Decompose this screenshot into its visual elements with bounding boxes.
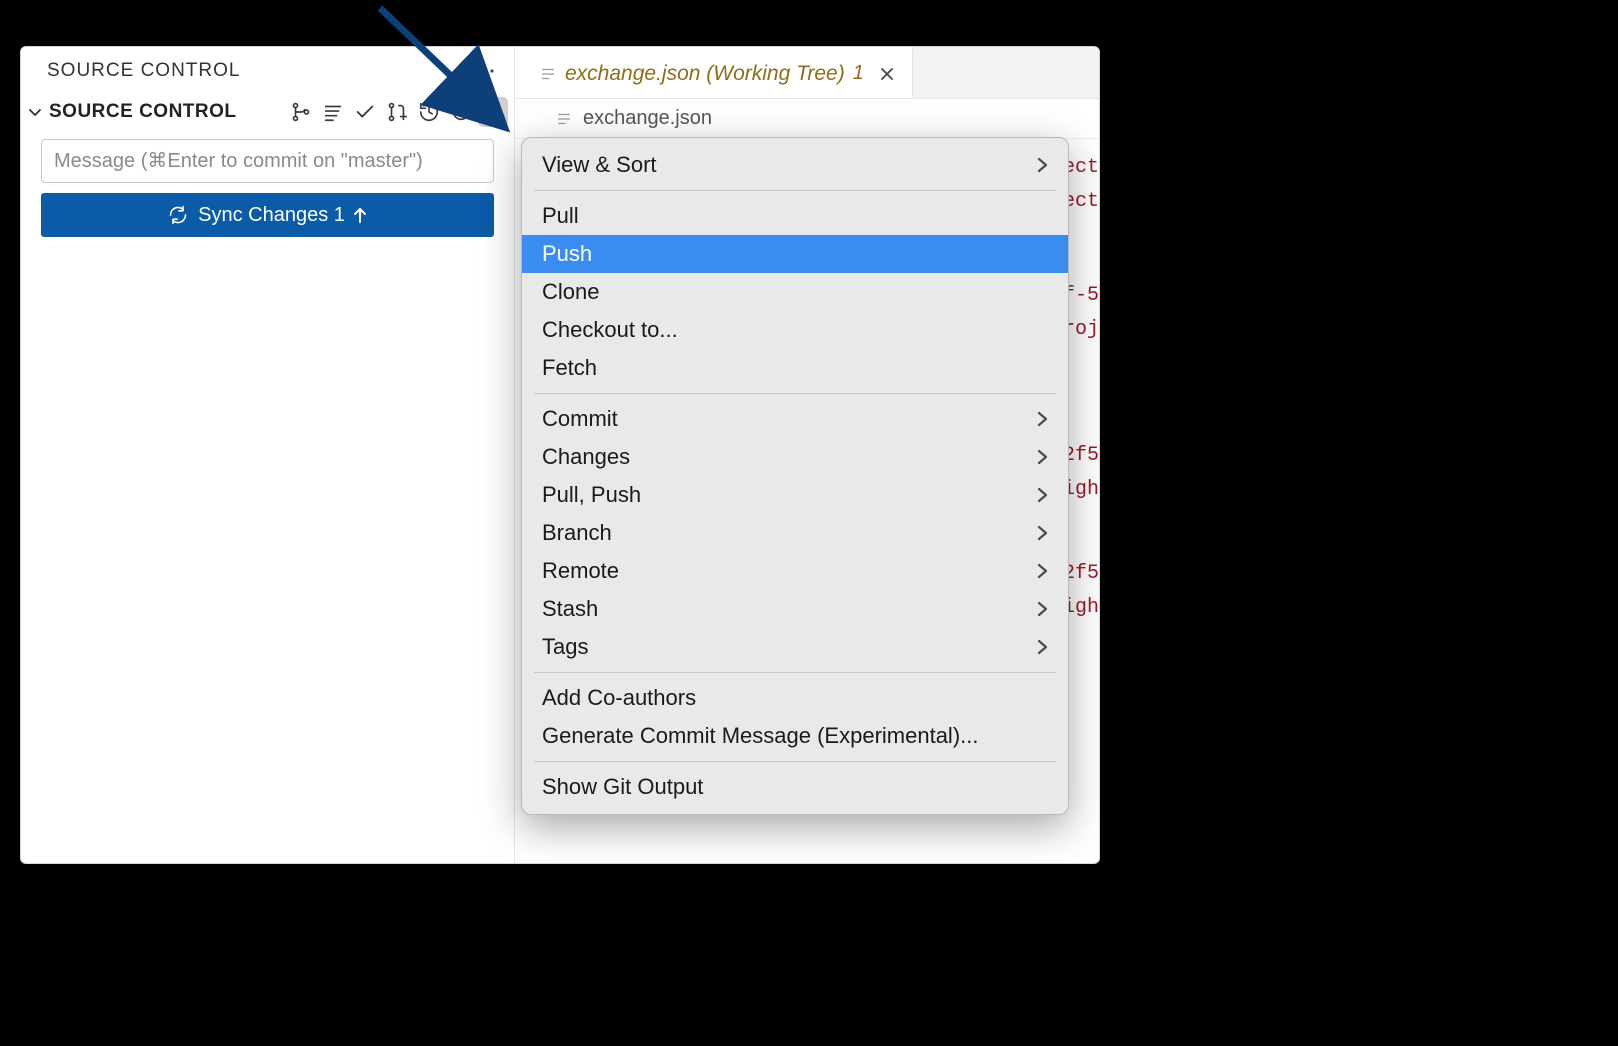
- sidebar-title: SOURCE CONTROL: [47, 60, 240, 82]
- view-graph-button[interactable]: [286, 97, 316, 127]
- git-graph-icon: [290, 101, 312, 123]
- source-control-sidebar: SOURCE CONTROL SOURCE CONTROL: [21, 47, 515, 863]
- menu-item-stash[interactable]: Stash: [522, 590, 1068, 628]
- app-window: SOURCE CONTROL SOURCE CONTROL: [20, 46, 1100, 864]
- breadcrumb[interactable]: exchange.json: [515, 99, 1099, 139]
- menu-item-label: Changes: [542, 444, 630, 470]
- menu-item-generate-commit-message[interactable]: Generate Commit Message (Experimental)..…: [522, 717, 1068, 755]
- menu-item-changes[interactable]: Changes: [522, 438, 1068, 476]
- chevron-down-icon: [25, 102, 45, 122]
- menu-item-view-and-sort[interactable]: View & Sort: [522, 146, 1068, 184]
- menu-item-label: Show Git Output: [542, 774, 703, 800]
- menu-item-remote[interactable]: Remote: [522, 552, 1068, 590]
- menu-item-pull[interactable]: Pull: [522, 197, 1068, 235]
- menu-item-fetch[interactable]: Fetch: [522, 349, 1068, 387]
- tab-close-button[interactable]: [876, 63, 898, 85]
- menu-item-label: Pull: [542, 203, 579, 229]
- chevron-right-icon: [1036, 525, 1048, 541]
- sync-changes-label: Sync Changes 1: [198, 204, 345, 227]
- menu-item-label: Push: [542, 241, 592, 267]
- chevron-right-icon: [1036, 449, 1048, 465]
- editor-tab[interactable]: exchange.json (Working Tree) 1: [515, 47, 913, 98]
- chevron-right-icon: [1036, 157, 1048, 173]
- menu-item-label: Fetch: [542, 355, 597, 381]
- menu-item-label: Branch: [542, 520, 612, 546]
- menu-item-label: Remote: [542, 558, 619, 584]
- menu-item-clone[interactable]: Clone: [522, 273, 1068, 311]
- menu-item-label: Commit: [542, 406, 618, 432]
- menu-item-label: View & Sort: [542, 152, 657, 178]
- menu-item-label: Generate Commit Message (Experimental)..…: [542, 723, 979, 749]
- chevron-right-icon: [1036, 411, 1048, 427]
- menu-item-pull-push[interactable]: Pull, Push: [522, 476, 1068, 514]
- chevron-right-icon: [1036, 639, 1048, 655]
- close-icon: [879, 66, 895, 82]
- menu-item-checkout-to[interactable]: Checkout to...: [522, 311, 1068, 349]
- editor-tab-bar: exchange.json (Working Tree) 1: [515, 47, 1099, 99]
- menu-item-add-coauthors[interactable]: Add Co-authors: [522, 679, 1068, 717]
- list-tree-icon: [322, 101, 344, 123]
- menu-item-branch[interactable]: Branch: [522, 514, 1068, 552]
- sync-changes-button[interactable]: Sync Changes 1: [41, 193, 494, 237]
- menu-item-tags[interactable]: Tags: [522, 628, 1068, 666]
- chevron-right-icon: [1036, 601, 1048, 617]
- view-as-tree-button[interactable]: [318, 97, 348, 127]
- menu-item-label: Stash: [542, 596, 598, 622]
- chevron-right-icon: [1036, 487, 1048, 503]
- menu-separator: [534, 761, 1056, 762]
- menu-item-show-git-output[interactable]: Show Git Output: [522, 768, 1068, 806]
- arrow-up-icon: [353, 206, 367, 224]
- sync-icon: [168, 205, 188, 225]
- menu-item-label: Clone: [542, 279, 599, 305]
- file-icon: [555, 110, 573, 128]
- menu-item-label: Add Co-authors: [542, 685, 696, 711]
- scm-more-actions-menu: View & Sort Pull Push Clone Checkout to.…: [521, 137, 1069, 815]
- breadcrumb-file: exchange.json: [583, 107, 712, 130]
- chevron-right-icon: [1036, 563, 1048, 579]
- menu-separator: [534, 672, 1056, 673]
- menu-item-push[interactable]: Push: [522, 235, 1068, 273]
- menu-item-commit[interactable]: Commit: [522, 400, 1068, 438]
- file-icon: [539, 65, 557, 83]
- menu-separator: [534, 190, 1056, 191]
- commit-message-input[interactable]: [41, 139, 494, 183]
- menu-item-label: Checkout to...: [542, 317, 678, 343]
- tab-diff-count: 1: [853, 62, 864, 85]
- menu-item-label: Pull, Push: [542, 482, 641, 508]
- section-title: SOURCE CONTROL: [49, 101, 237, 123]
- menu-item-label: Tags: [542, 634, 588, 660]
- menu-separator: [534, 393, 1056, 394]
- tab-label: exchange.json (Working Tree): [565, 62, 845, 86]
- annotation-arrow-icon: [370, 0, 530, 140]
